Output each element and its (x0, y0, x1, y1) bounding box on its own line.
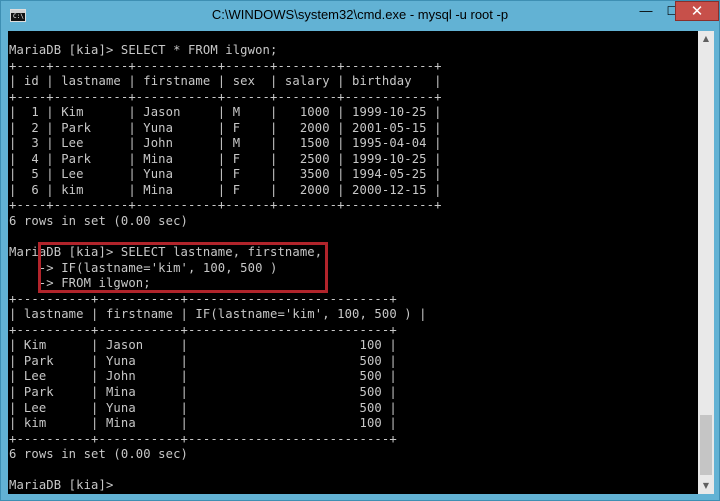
console-line: | 6 | kim | Mina | F | 2000 | 2000-12-15… (9, 182, 442, 197)
console-line: | 2 | Park | Yuna | F | 2000 | 2001-05-1… (9, 120, 442, 135)
scrollbar-thumb[interactable] (700, 415, 712, 475)
console-line: -> FROM ilgwon; (9, 276, 151, 291)
console-text: MariaDB [kia]> SELECT * FROM ilgwon; +--… (8, 31, 698, 494)
console-line: | 3 | Lee | John | M | 1500 | 1995-04-04… (9, 136, 442, 151)
console-output[interactable]: MariaDB [kia]> SELECT * FROM ilgwon; +--… (8, 31, 698, 494)
console-line: | kim | Mina | 100 | (9, 416, 397, 431)
console-line: | Kim | Jason | 100 | (9, 338, 397, 353)
console-line: +----------+-----------+----------------… (9, 431, 397, 446)
console-line: | lastname | firstname | IF(lastname='ki… (9, 307, 427, 322)
console-line: +----------+-----------+----------------… (9, 322, 397, 337)
console-line: MariaDB [kia]> SELECT lastname, firstnam… (9, 245, 323, 260)
console-line: -> IF(lastname='kim', 100, 500 ) (9, 260, 278, 275)
console-line: +----------+-----------+----------------… (9, 291, 397, 306)
scroll-down-arrow-icon[interactable]: ▼ (698, 478, 714, 494)
console-line: MariaDB [kia]> SELECT * FROM ilgwon; (9, 43, 278, 57)
console-line: 6 rows in set (0.00 sec) (9, 214, 188, 229)
console-line: | 5 | Lee | Yuna | F | 3500 | 1994-05-25… (9, 167, 442, 182)
console-line: | 1 | Kim | Jason | M | 1000 | 1999-10-2… (9, 105, 442, 120)
console-line: | Park | Mina | 500 | (9, 385, 397, 400)
cmd-window: C:\ C:\WINDOWS\system32\cmd.exe - mysql … (0, 0, 720, 501)
console-line: +----+----------+-----------+------+----… (9, 89, 442, 104)
console-line: MariaDB [kia]> (9, 478, 114, 493)
window-title: C:\WINDOWS\system32\cmd.exe - mysql -u r… (211, 7, 509, 22)
console-line: | id | lastname | firstname | sex | sala… (9, 74, 442, 89)
console-line: | 4 | Park | Mina | F | 2500 | 1999-10-2… (9, 151, 442, 166)
console-line: | Park | Yuna | 500 | (9, 353, 397, 368)
minimize-button[interactable]: — (633, 1, 659, 21)
close-button[interactable]: ✕ (675, 1, 719, 21)
console-line: | Lee | John | 500 | (9, 369, 397, 384)
console-line: +----+----------+-----------+------+----… (9, 58, 442, 73)
console-line: | Lee | Yuna | 500 | (9, 400, 397, 415)
scroll-up-arrow-icon[interactable]: ▲ (698, 31, 714, 47)
vertical-scrollbar[interactable]: ▲ ▼ (698, 31, 714, 494)
title-bar[interactable]: C:\ C:\WINDOWS\system32\cmd.exe - mysql … (1, 1, 719, 31)
console-line: +----+----------+-----------+------+----… (9, 198, 442, 213)
console-line: 6 rows in set (0.00 sec) (9, 447, 188, 462)
